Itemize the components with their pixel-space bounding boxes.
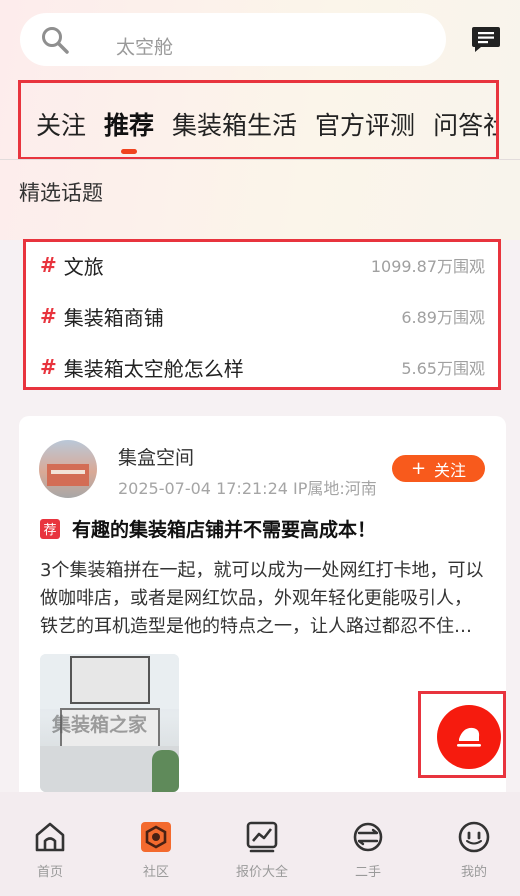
bottom-nav: 首页 社区 报价大全 二手 我的 (0, 792, 520, 896)
image-watermark: 集装箱之家 (52, 714, 148, 736)
topic-item[interactable]: # 集装箱太空舱怎么样 5.65万围观 (40, 352, 485, 382)
tab-container-life[interactable]: 集装箱生活 (172, 109, 297, 143)
nav-price[interactable]: 报价大全 (212, 792, 312, 896)
profile-icon (458, 821, 490, 853)
message-icon[interactable] (470, 24, 502, 54)
topic-views: 6.89万围观 (401, 308, 485, 327)
post-title-row[interactable]: 荐 有趣的集装箱店铺并不需要高成本！ (40, 515, 376, 542)
post-meta: 2025-07-04 17:21:24 IP属地:河南 (118, 479, 377, 498)
tabs-divider (0, 159, 520, 160)
author-name[interactable]: 集盒空间 (118, 443, 194, 470)
topic-item[interactable]: # 文旅 1099.87万围观 (40, 250, 485, 280)
post-body[interactable]: 3个集装箱拼在一起，就可以成为一处网红打卡地，可以做咖啡店，或者是网红饮品，外观… (40, 557, 485, 641)
tab-recommend[interactable]: 推荐 (104, 109, 155, 154)
community-icon (141, 822, 171, 852)
category-tabs: 关注 推荐 集装箱生活 官方评测 问答社区 (18, 80, 499, 160)
tab-follow[interactable]: 关注 (36, 109, 86, 143)
post-image[interactable]: 集装箱之家 (40, 654, 179, 792)
follow-label: 关注 (434, 460, 467, 480)
compose-button[interactable] (437, 705, 501, 769)
hashtag-icon: # (40, 304, 57, 328)
compose-icon (457, 727, 481, 747)
follow-button[interactable]: + 关注 (392, 455, 485, 482)
tab-qa-community[interactable]: 问答社区 (433, 109, 496, 143)
tab-official-review[interactable]: 官方评测 (315, 109, 415, 143)
recommend-badge: 荐 (40, 518, 60, 539)
nav-second-hand[interactable]: 二手 (318, 792, 418, 896)
topic-views: 1099.87万围观 (370, 257, 485, 276)
search-bar[interactable]: 太空舱 (20, 13, 446, 66)
topic-name: 集装箱太空舱怎么样 (63, 356, 244, 381)
plus-icon: + (410, 457, 427, 479)
nav-profile[interactable]: 我的 (424, 792, 520, 896)
topic-item[interactable]: # 集装箱商铺 6.89万围观 (40, 301, 485, 331)
compose-button-highlight (418, 691, 506, 778)
section-title: 精选话题 (19, 181, 103, 205)
search-input[interactable]: 太空舱 (116, 38, 173, 58)
topic-name: 集装箱商铺 (63, 305, 164, 330)
hashtag-icon: # (40, 253, 57, 277)
nav-home[interactable]: 首页 (0, 792, 100, 896)
price-chart-icon (246, 821, 278, 853)
home-icon (35, 822, 65, 852)
topic-name: 文旅 (63, 254, 104, 279)
post-title: 有趣的集装箱店铺并不需要高成本！ (72, 519, 377, 541)
nav-community[interactable]: 社区 (106, 792, 206, 896)
active-tab-indicator (121, 149, 138, 154)
search-icon (42, 27, 69, 54)
hashtag-icon: # (40, 355, 57, 379)
avatar[interactable] (39, 440, 97, 498)
tab-recommend-label: 推荐 (104, 111, 155, 140)
featured-topics: # 文旅 1099.87万围观 # 集装箱商铺 6.89万围观 # 集装箱太空舱… (23, 239, 501, 390)
second-hand-icon (353, 822, 383, 852)
topic-views: 5.65万围观 (401, 359, 485, 378)
